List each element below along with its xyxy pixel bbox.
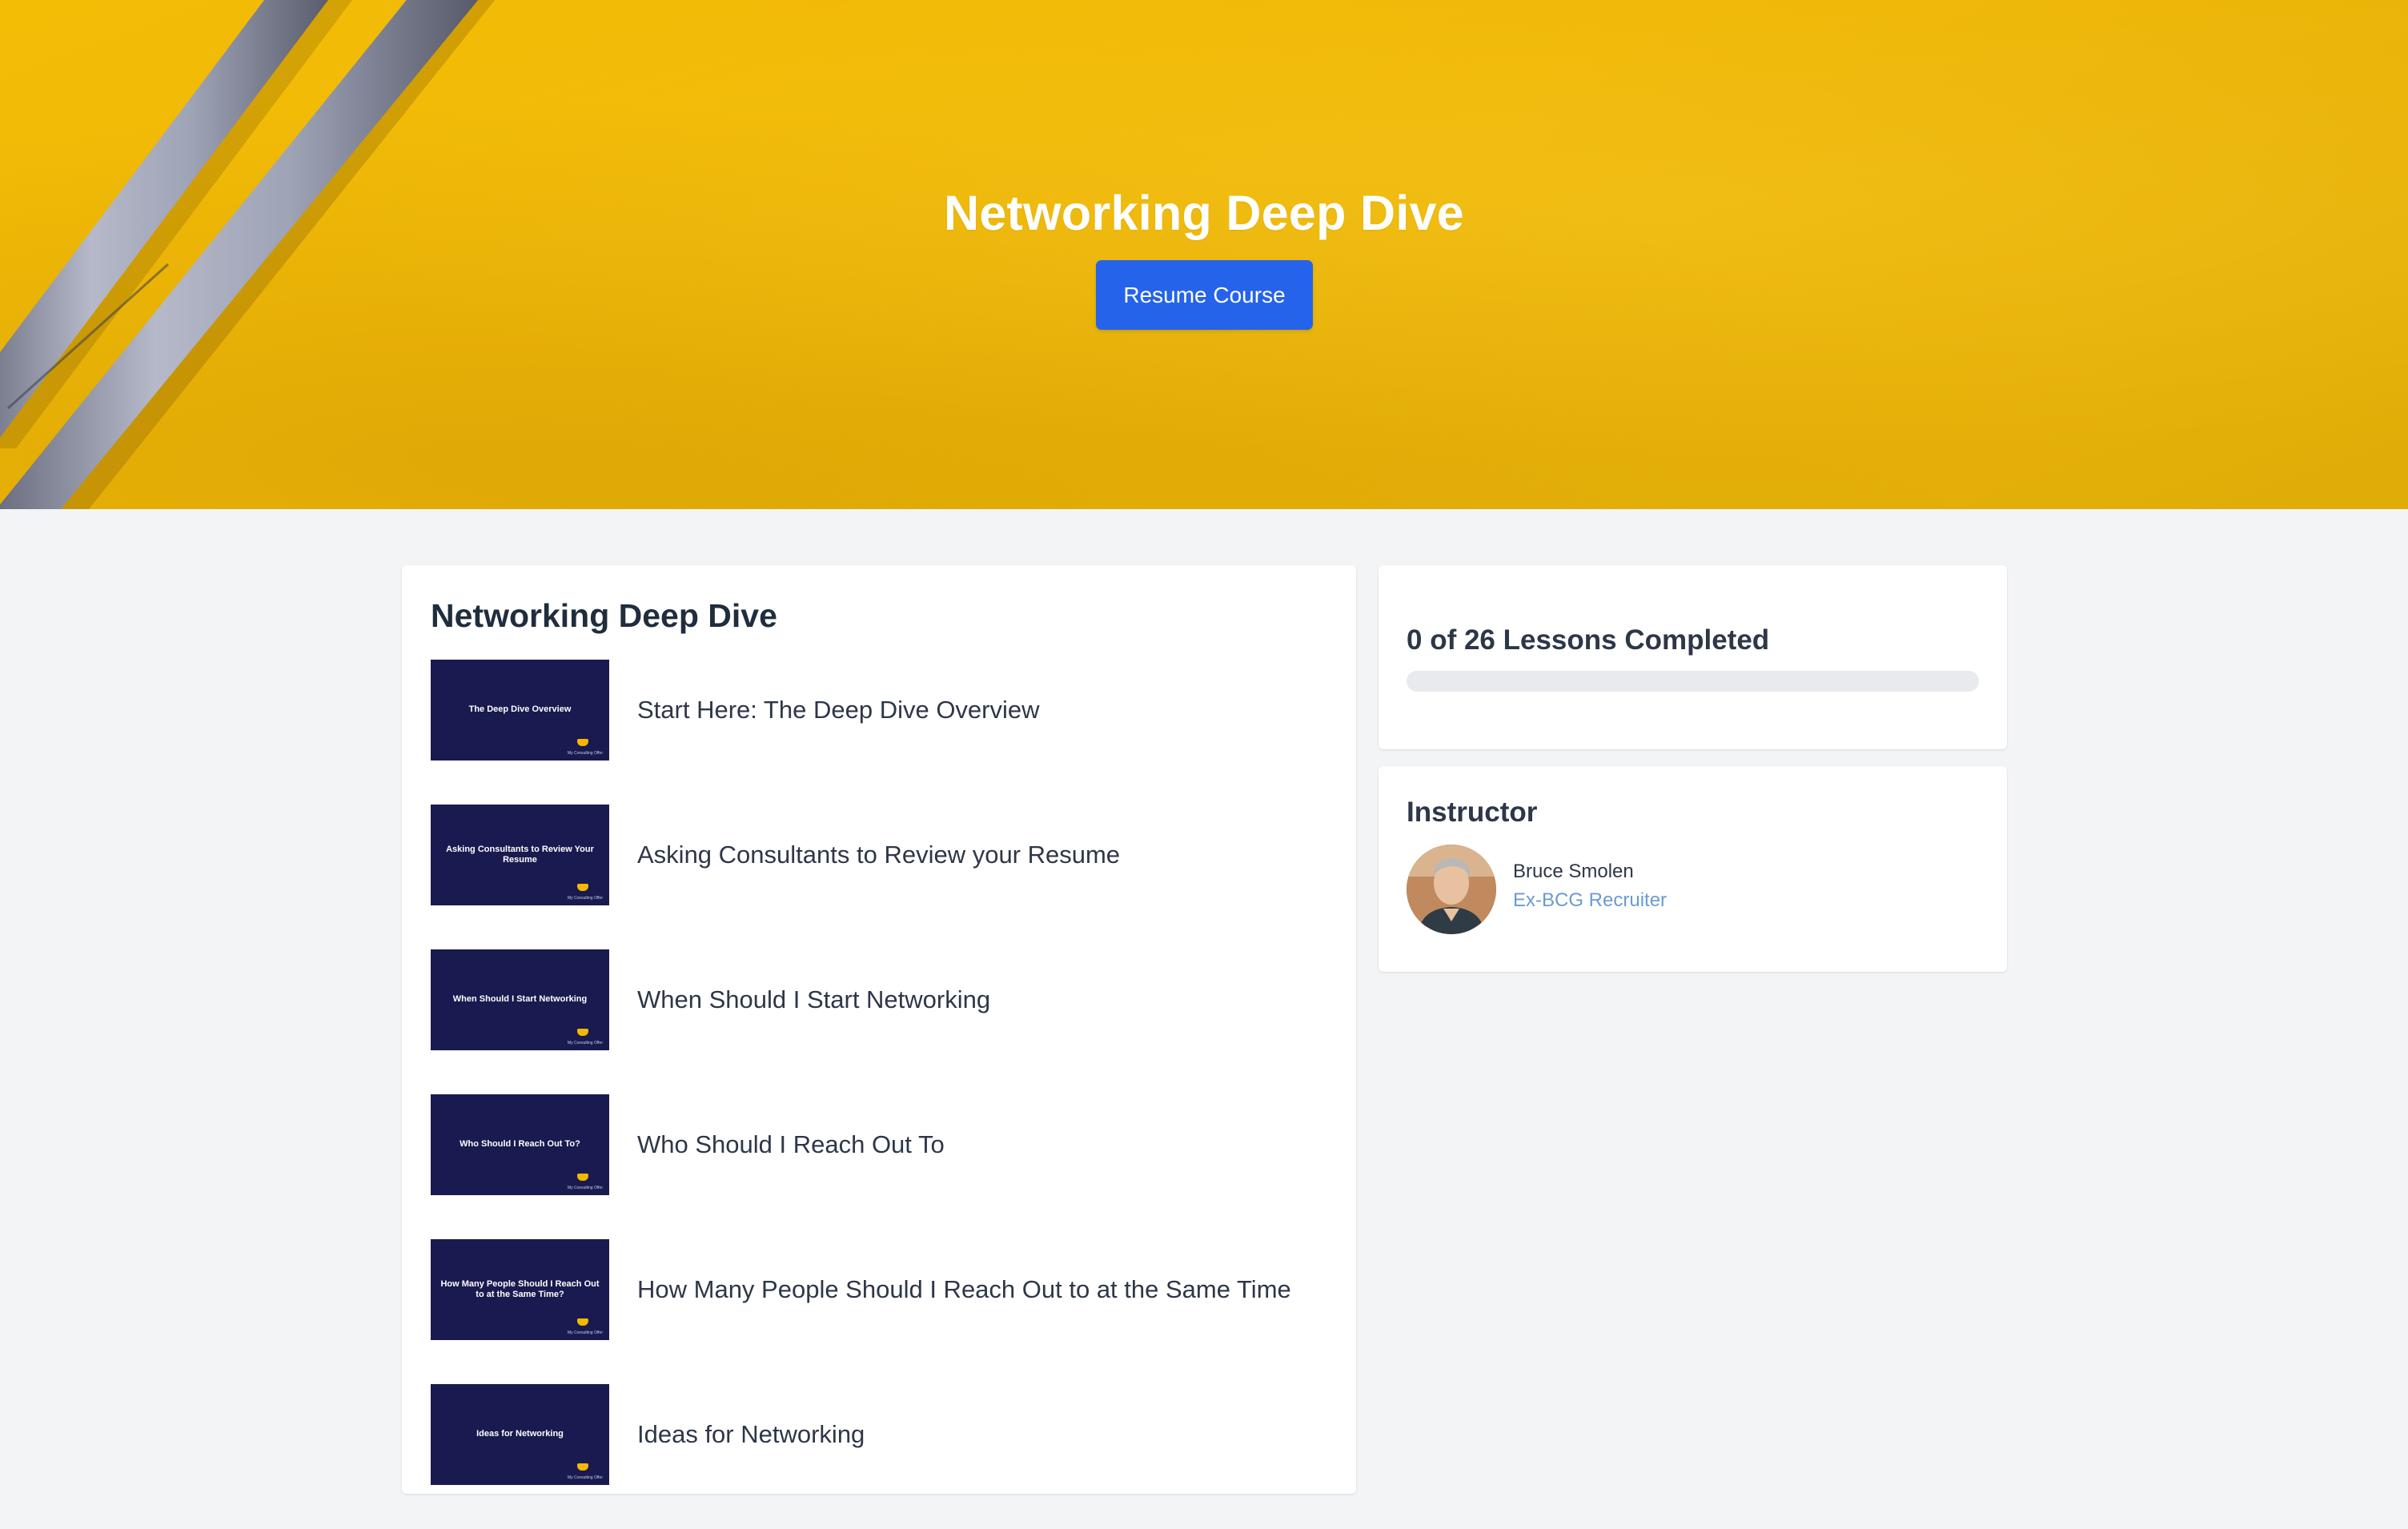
- lesson-title[interactable]: When Should I Start Networking: [637, 985, 990, 1014]
- thumbnail-title: Who Should I Reach Out To?: [460, 1139, 580, 1150]
- lessons-card: Networking Deep Dive The Deep Dive Overv…: [402, 565, 1356, 1494]
- hero-title: Networking Deep Dive: [943, 185, 1465, 240]
- thumbnail-brand: My Consulting Offer: [567, 751, 603, 756]
- lesson-thumbnail[interactable]: The Deep Dive Overview My Consulting Off…: [431, 660, 609, 760]
- lesson-title[interactable]: Ideas for Networking: [637, 1420, 865, 1449]
- lesson-thumbnail[interactable]: Ideas for Networking My Consulting Offer: [431, 1384, 609, 1485]
- lesson-thumbnail[interactable]: When Should I Start Networking My Consul…: [431, 949, 609, 1050]
- lesson-item[interactable]: Who Should I Reach Out To? My Consulting…: [431, 1094, 1291, 1195]
- thumbnail-brand: My Consulting Offer: [567, 896, 603, 901]
- brand-logo-icon: [577, 739, 588, 746]
- course-section-title: Networking Deep Dive: [431, 597, 777, 634]
- instructor-heading: Instructor: [1407, 797, 1538, 828]
- thumbnail-title: The Deep Dive Overview: [468, 704, 572, 715]
- brand-logo-icon: [577, 1463, 588, 1471]
- lesson-title[interactable]: Asking Consultants to Review your Resume: [637, 841, 1120, 869]
- lesson-title[interactable]: Who Should I Reach Out To: [637, 1130, 945, 1159]
- lesson-list: The Deep Dive Overview My Consulting Off…: [431, 660, 1291, 1529]
- course-hero-banner: Networking Deep Dive Resume Course: [0, 0, 2408, 509]
- progress-bar: [1407, 671, 1979, 692]
- instructor-role-link[interactable]: Ex-BCG Recruiter: [1513, 889, 1667, 912]
- thumbnail-title: Asking Consultants to Review Your Resume: [446, 844, 594, 865]
- progress-card: 0 of 26 Lessons Completed: [1379, 565, 2007, 749]
- resume-course-button[interactable]: Resume Course: [1096, 260, 1313, 330]
- lesson-title[interactable]: How Many People Should I Reach Out to at…: [637, 1275, 1291, 1304]
- thumbnail-brand: My Consulting Offer: [567, 1330, 603, 1335]
- thumbnail-title: Ideas for Networking: [476, 1429, 564, 1439]
- thumbnail-brand: My Consulting Offer: [567, 1475, 603, 1480]
- instructor-avatar: [1407, 845, 1496, 934]
- lesson-title[interactable]: Start Here: The Deep Dive Overview: [637, 696, 1040, 724]
- brand-logo-icon: [577, 1029, 588, 1036]
- lessons-completed-text: 0 of 26 Lessons Completed: [1407, 624, 1770, 656]
- thumbnail-title: When Should I Start Networking: [452, 994, 588, 1005]
- lesson-thumbnail[interactable]: Asking Consultants to Review Your Resume…: [431, 805, 609, 905]
- thumbnail-brand: My Consulting Offer: [567, 1186, 603, 1190]
- thumbnail-brand: My Consulting Offer: [567, 1041, 603, 1045]
- brand-logo-icon: [577, 1318, 588, 1326]
- avatar-portrait-icon: [1407, 845, 1496, 934]
- instructor-name: Bruce Smolen: [1513, 861, 1634, 882]
- thumbnail-title: How Many People Should I Reach Out to at…: [440, 1278, 600, 1299]
- lesson-item[interactable]: Asking Consultants to Review Your Resume…: [431, 805, 1291, 905]
- lesson-thumbnail[interactable]: Who Should I Reach Out To? My Consulting…: [431, 1094, 609, 1195]
- lesson-thumbnail[interactable]: How Many People Should I Reach Out to at…: [431, 1239, 609, 1340]
- lesson-item[interactable]: How Many People Should I Reach Out to at…: [431, 1239, 1291, 1340]
- brand-logo-icon: [577, 1174, 588, 1181]
- lesson-item[interactable]: Ideas for Networking My Consulting Offer…: [431, 1384, 1291, 1485]
- lesson-item[interactable]: When Should I Start Networking My Consul…: [431, 949, 1291, 1050]
- pencils-background-image: [0, 0, 496, 509]
- lesson-item[interactable]: The Deep Dive Overview My Consulting Off…: [431, 660, 1291, 760]
- brand-logo-icon: [577, 884, 588, 891]
- instructor-card: Instructor Bruce Smolen Ex-BCG Recruiter: [1379, 766, 2007, 972]
